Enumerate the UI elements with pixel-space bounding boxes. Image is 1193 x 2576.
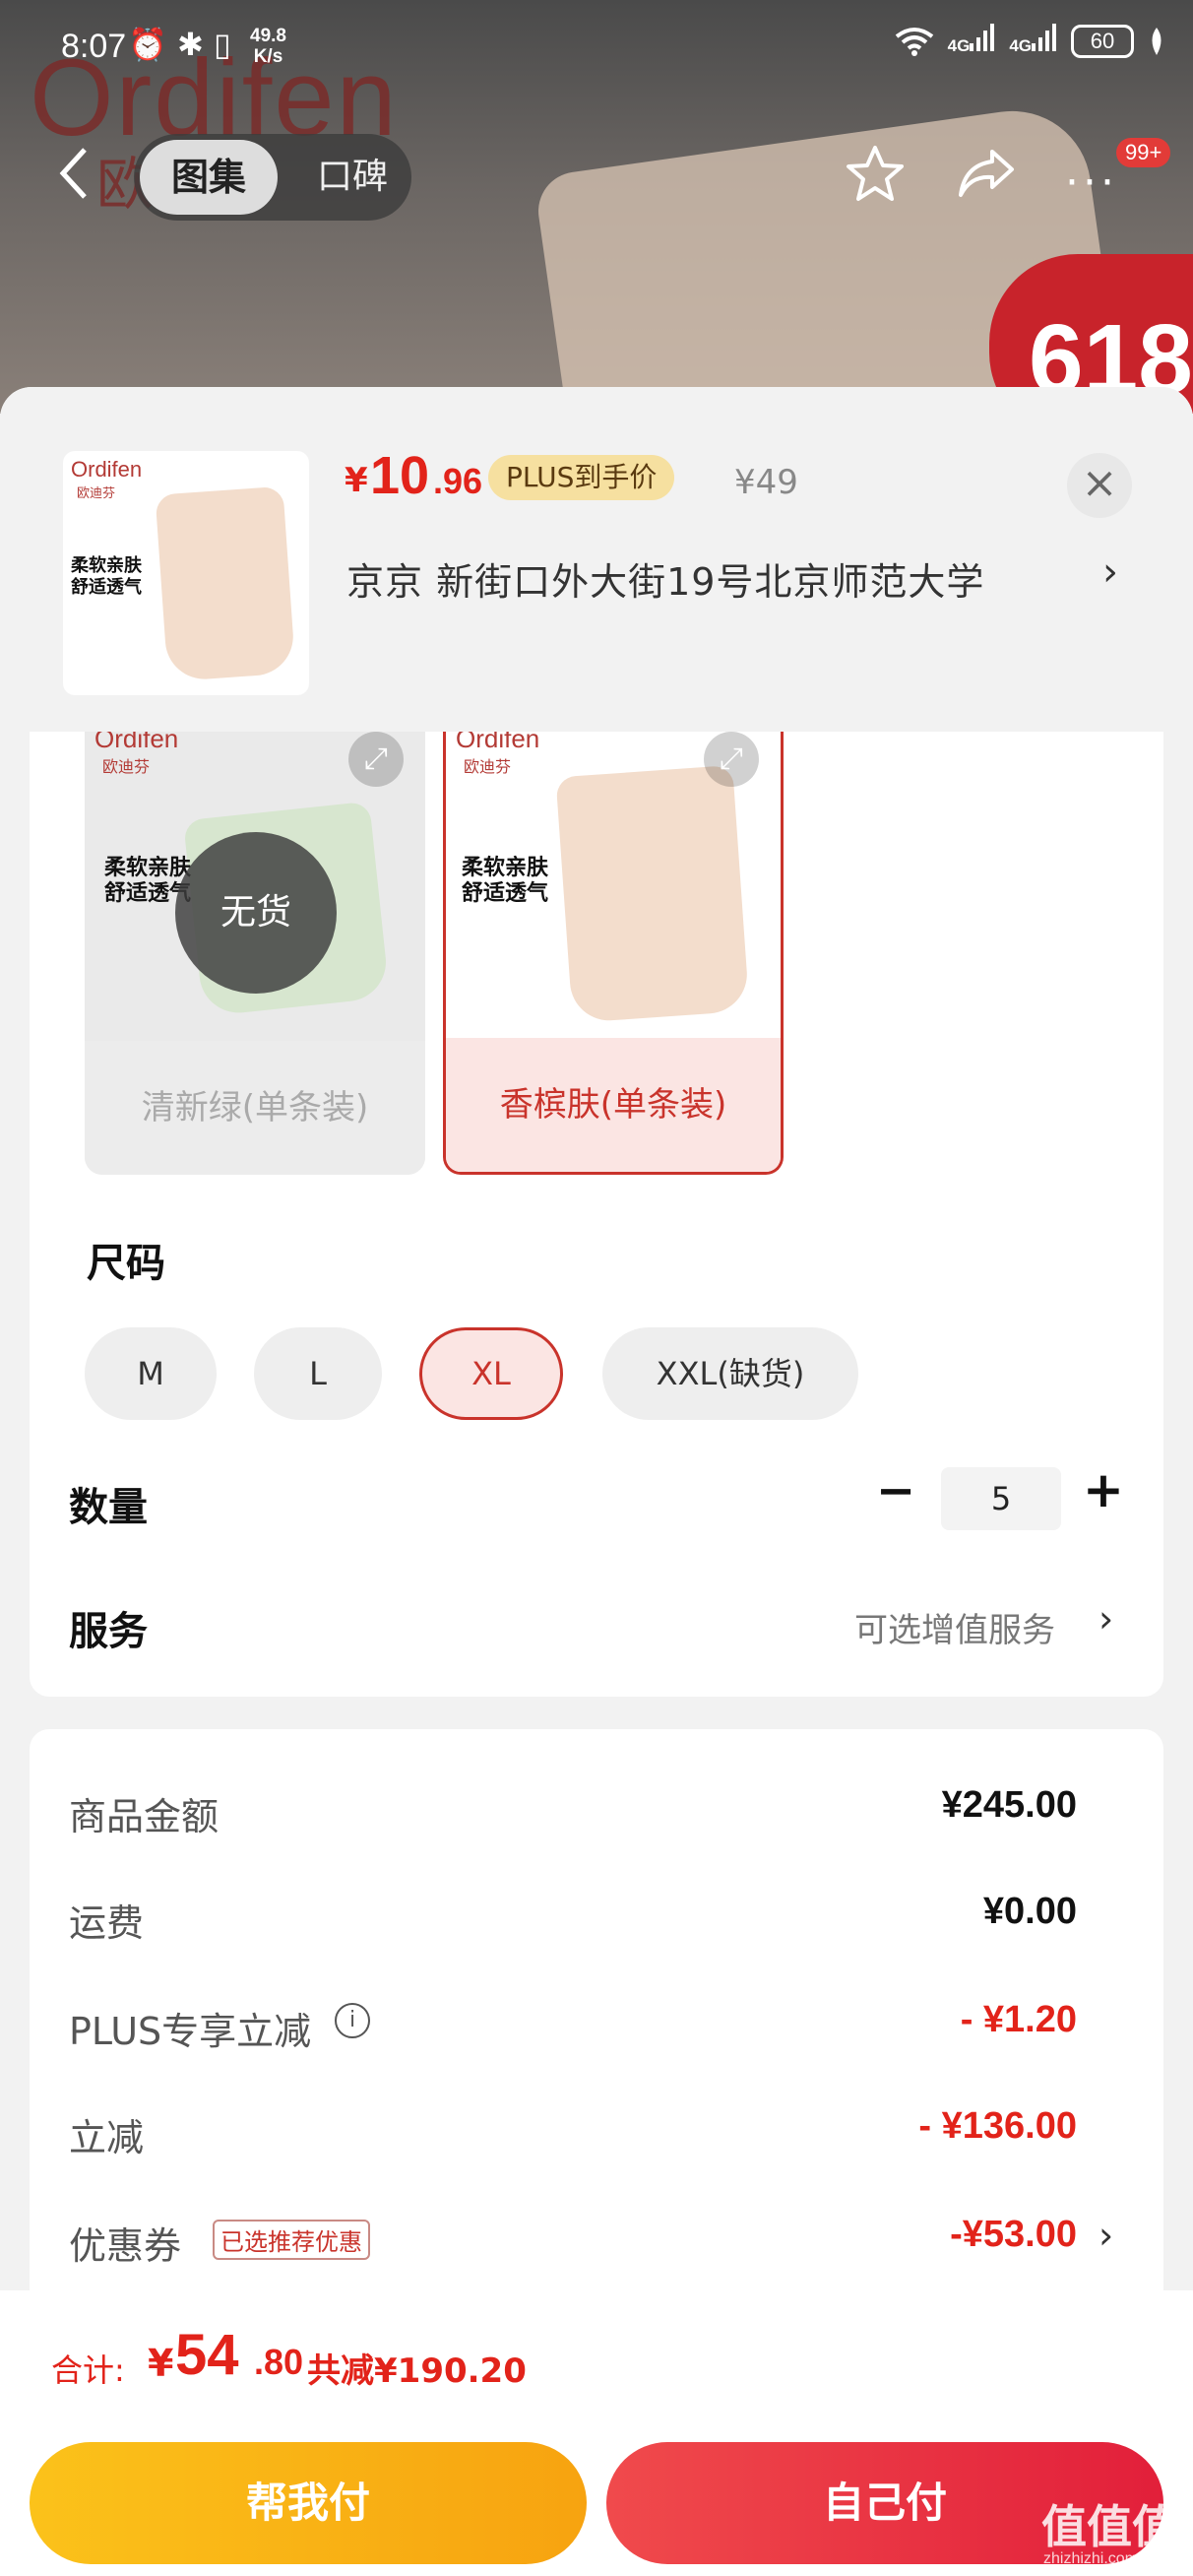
tab-gallery[interactable]: 图集 [140, 140, 278, 215]
share-button[interactable] [957, 148, 1016, 203]
delivery-address[interactable]: 京京 新街口外大街19号北京师范大学 [346, 551, 984, 606]
shipping-label: 运费 [69, 1901, 145, 1945]
help-pay-button[interactable]: 帮我付 [30, 2442, 587, 2564]
quantity-increase-button[interactable]: + [1083, 1461, 1124, 1518]
total-label: 合计: [51, 2351, 125, 2389]
size-title: 尺码 [87, 1241, 165, 1286]
product-thumbnail: Ordifen 欧迪芬 柔软亲肤 舒适透气 [63, 451, 309, 695]
original-price: ¥49 [734, 463, 798, 502]
service-label: 服务 [69, 1609, 148, 1654]
size-option-m[interactable]: M [85, 1327, 217, 1420]
watermark-url: zhizhizhi.com [1043, 2550, 1139, 2567]
total-saved: 共减¥190.20 [307, 2351, 527, 2391]
coupon-recommend-tag: 已选推荐优惠 [213, 2220, 370, 2260]
battery-indicator: 60 [1071, 24, 1134, 58]
plus-price-tag: PLUS到手价 [488, 455, 675, 500]
thumb-brand-cn: 欧迪芬 [77, 486, 116, 501]
expand-icon[interactable]: ⤢ [348, 732, 404, 787]
chevron-right-icon[interactable]: › [1102, 549, 1118, 595]
total-integer: 54 [175, 2323, 239, 2387]
leaf-icon [1152, 27, 1162, 55]
goods-amount-label: 商品金额 [69, 1795, 220, 1838]
cart-badge: 99+ [1116, 138, 1171, 167]
more-button[interactable]: ··· [1065, 158, 1118, 208]
sku-label: 清新绿(单条装) [85, 1041, 425, 1175]
quantity-input[interactable]: 5 [941, 1467, 1061, 1530]
thumb-text-2: 舒适透气 [71, 577, 142, 598]
total-decimal: .80 [254, 2342, 304, 2382]
signal-bars-icon [970, 24, 995, 51]
sku-image [555, 765, 750, 1023]
signal-bars-icon [1032, 24, 1056, 51]
thumb-brand: Ordifen [71, 457, 143, 482]
wifi-icon [895, 27, 933, 56]
star-icon [847, 146, 904, 201]
size-option-xl[interactable]: XL [419, 1327, 563, 1420]
instant-discount-value: - ¥136.00 [918, 2105, 1077, 2147]
total-symbol: ¥ [148, 2342, 174, 2385]
service-value[interactable]: 可选增值服务 [854, 1603, 1055, 1651]
instant-discount-label: 立减 [69, 2116, 145, 2159]
price-symbol: ¥ [345, 461, 368, 500]
status-icons: ⏰ ✱ ▯ [128, 26, 231, 63]
sku-text-2: 舒适透气 [462, 881, 549, 906]
chevron-right-icon[interactable]: › [1099, 2214, 1113, 2257]
close-button[interactable]: × [1067, 453, 1132, 518]
favorite-button[interactable] [845, 144, 906, 207]
network-speed: 49.8 K/s [250, 26, 286, 67]
soldout-badge: 无货 [175, 832, 337, 994]
plus-discount-value: - ¥1.20 [960, 1999, 1077, 2040]
tab-reviews[interactable]: 口碑 [303, 140, 402, 215]
sku-option-green[interactable]: Ordifen 欧迪芬 柔软亲肤 舒适透气 ⤢ 无货 清新绿(单条装) [85, 732, 425, 1175]
top-tab-switcher: 图集 口碑 [134, 134, 411, 221]
sku-brand-cn: 欧迪芬 [102, 757, 151, 776]
goods-amount-value: ¥245.00 [941, 1784, 1077, 1826]
price-decimal: .96 [433, 461, 483, 501]
expand-icon[interactable]: ⤢ [704, 732, 759, 787]
coupon-value[interactable]: -¥53.00 [950, 2214, 1077, 2256]
watermark-logo: 值值值 [1041, 2500, 1177, 2553]
sku-brand-cn: 欧迪芬 [464, 757, 512, 776]
shipping-value: ¥0.00 [982, 1891, 1077, 1932]
quantity-decrease-button[interactable]: − [876, 1463, 915, 1518]
coupon-label: 优惠券 [69, 2224, 182, 2268]
sku-brand: Ordifen [456, 732, 540, 753]
plus-discount-label: PLUS专享立减 [69, 2010, 312, 2053]
size-option-xxl[interactable]: XXL(缺货) [602, 1327, 858, 1420]
size-option-l[interactable]: L [254, 1327, 382, 1420]
network-speed-value: 49.8 [250, 26, 286, 46]
info-icon[interactable]: i [335, 2003, 370, 2038]
chevron-right-icon[interactable]: › [1099, 1597, 1113, 1641]
sku-option-skin[interactable]: Ordifen 欧迪芬 柔软亲肤 舒适透气 ⤢ 香槟肤(单条装) [443, 732, 784, 1175]
chevron-left-icon [59, 148, 87, 199]
quantity-label: 数量 [69, 1485, 148, 1530]
status-right-group: 4G 4G 60 [895, 24, 1165, 58]
status-time: 8:07 [61, 28, 127, 65]
share-icon [959, 150, 1014, 197]
back-button[interactable] [57, 146, 91, 215]
network-speed-unit: K/s [253, 46, 283, 67]
sku-brand: Ordifen [94, 732, 179, 753]
thumb-image [155, 485, 296, 682]
signal-1: 4G [948, 24, 996, 58]
sku-label: 香槟肤(单条装) [446, 1038, 781, 1172]
price-integer: 10 [370, 446, 430, 505]
signal-2: 4G [1009, 24, 1057, 58]
